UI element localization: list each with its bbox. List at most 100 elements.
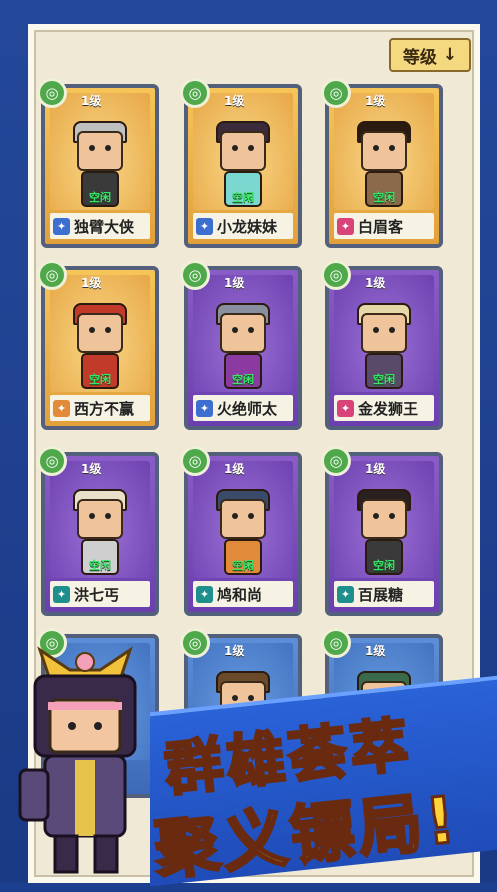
hero-portrait: 空闲	[50, 93, 150, 210]
hero-portrait: 空闲	[334, 275, 434, 392]
hero-status: 空闲	[232, 373, 254, 386]
hero-status: 空闲	[373, 559, 395, 572]
target-icon[interactable]: ◎	[321, 260, 351, 290]
hero-card[interactable]: 空闲 ◎ 1级 ✦ 小龙妹妹	[180, 78, 302, 248]
hero-eye	[105, 513, 111, 519]
hero-name-bar: ✦ 洪七丐	[50, 581, 150, 607]
hero-head	[361, 499, 407, 539]
fan-icon: ✦	[53, 399, 70, 417]
hero-card[interactable]: 空闲 ◎ 1级 ✦ 百展糖	[321, 446, 443, 616]
hero-eye	[373, 513, 379, 519]
palm-icon: ✦	[196, 585, 213, 603]
hero-portrait: 空闲	[193, 93, 293, 210]
hero-card[interactable]: 空闲 ◎ 1级 ✦ 独臂大侠	[37, 78, 159, 248]
hero-card[interactable]: 空闲 ◎ 1级 ✦ 西方不赢	[37, 260, 159, 430]
hero-status: 空闲	[232, 191, 254, 204]
hero-status: 空闲	[89, 559, 111, 572]
hero-level: 1级	[81, 462, 102, 476]
hero-card[interactable]: 空闲 ◎ 1级 ✦ 鸠和尚	[180, 446, 302, 616]
dagger-icon: ✦	[337, 217, 354, 235]
hero-card[interactable]: 空闲 ◎ 1级 ✦ 火绝师太	[180, 260, 302, 430]
hero-level: 1级	[81, 94, 102, 108]
hero-name: 金发狮王	[358, 399, 419, 418]
hero-level: 1级	[365, 462, 386, 476]
hero-name: 小龙妹妹	[217, 217, 278, 236]
hero-card[interactable]: 空闲 ◎ 1级 ✦ 白眉客	[321, 78, 443, 248]
hero-status: 空闲	[89, 191, 111, 204]
hero-eye	[373, 145, 379, 151]
hero-level: 1级	[224, 276, 245, 290]
hero-eye	[232, 145, 238, 151]
target-icon[interactable]: ◎	[180, 628, 210, 658]
palm-icon: ✦	[337, 585, 354, 603]
target-icon[interactable]: ◎	[321, 628, 351, 658]
hero-eye	[232, 327, 238, 333]
hero-level: 1级	[81, 276, 102, 290]
hero-eye	[105, 145, 111, 151]
hero-name-bar: ✦ 独臂大侠	[50, 213, 150, 239]
hero-portrait: 空闲	[50, 461, 150, 578]
hero-name-bar: ✦ 西方不赢	[50, 395, 150, 421]
hero-portrait: 空闲	[334, 461, 434, 578]
hero-name: 洪七丐	[74, 585, 120, 604]
hero-name-bar: ✦ 火绝师太	[193, 395, 293, 421]
dagger-icon: ✦	[337, 399, 354, 417]
hero-eye	[89, 145, 95, 151]
hero-name: 西方不赢	[74, 399, 135, 418]
hero-level: 1级	[365, 276, 386, 290]
hero-eye	[89, 513, 95, 519]
target-icon[interactable]: ◎	[180, 78, 210, 108]
hero-eye	[248, 327, 254, 333]
hero-name: 独臂大侠	[74, 217, 135, 236]
hero-name: 白眉客	[358, 217, 404, 236]
hero-card[interactable]: 空闲 ◎ 1级 ✦ 金发狮王	[321, 260, 443, 430]
hero-level: 1级	[365, 644, 386, 658]
target-icon[interactable]: ◎	[37, 78, 67, 108]
hero-eye	[232, 513, 238, 519]
hero-status: 空闲	[232, 559, 254, 572]
target-icon[interactable]: ◎	[180, 260, 210, 290]
target-icon[interactable]: ◎	[37, 260, 67, 290]
hero-name-bar: ✦ 鸠和尚	[193, 581, 293, 607]
sort-arrow-icon: ↓	[442, 45, 458, 65]
hero-name: 百展糖	[358, 585, 404, 604]
hero-name: 火绝师太	[217, 399, 278, 418]
hero-name-bar: ✦ 小龙妹妹	[193, 213, 293, 239]
target-icon[interactable]: ◎	[37, 446, 67, 476]
hero-portrait: 空闲	[334, 93, 434, 210]
palm-icon: ✦	[53, 585, 70, 603]
hero-eye	[373, 327, 379, 333]
sword-icon: ✦	[196, 399, 213, 417]
hero-portrait: 空闲	[193, 461, 293, 578]
target-icon[interactable]: ◎	[321, 446, 351, 476]
sort-by-level-button[interactable]: 等级 ↓	[389, 38, 471, 72]
hero-name-bar: ✦ 白眉客	[334, 213, 434, 239]
sword-icon: ✦	[196, 217, 213, 235]
hero-eye	[105, 327, 111, 333]
hero-head	[77, 499, 123, 539]
target-icon[interactable]: ◎	[321, 78, 351, 108]
hero-eye	[89, 327, 95, 333]
hero-eye	[389, 145, 395, 151]
hero-status: 空闲	[373, 191, 395, 204]
mascot-character	[18, 646, 137, 874]
hero-level: 1级	[224, 644, 245, 658]
hero-name: 鸠和尚	[217, 585, 263, 604]
hero-name-bar: ✦ 金发狮王	[334, 395, 434, 421]
hero-portrait: 空闲	[193, 275, 293, 392]
hero-head	[220, 313, 266, 353]
hero-head	[77, 313, 123, 353]
hero-portrait: 空闲	[50, 275, 150, 392]
target-icon[interactable]: ◎	[180, 446, 210, 476]
hero-name-bar: ✦ 百展糖	[334, 581, 434, 607]
hero-eye	[389, 327, 395, 333]
hero-status: 空闲	[89, 373, 111, 386]
hero-head	[220, 499, 266, 539]
sword-icon: ✦	[53, 217, 70, 235]
hero-card[interactable]: 空闲 ◎ 1级 ✦ 洪七丐	[37, 446, 159, 616]
hero-eye	[248, 145, 254, 151]
hero-level: 1级	[365, 94, 386, 108]
promo-banner: 群雄荟萃 聚义镖局!	[150, 675, 497, 890]
hero-head	[361, 313, 407, 353]
sort-button-label: 等级	[402, 47, 437, 68]
